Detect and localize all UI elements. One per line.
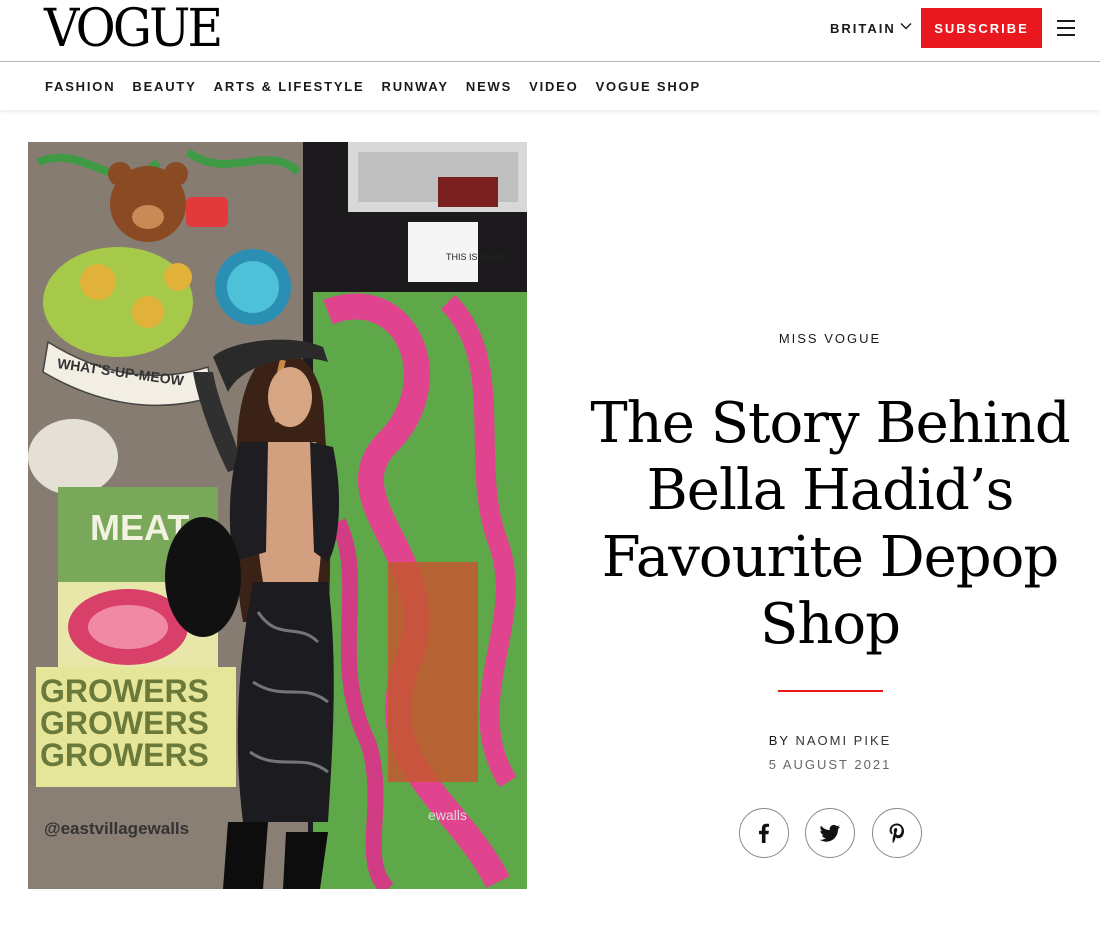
nav-item-video[interactable]: VIDEO <box>529 79 578 94</box>
main-nav: FASHION BEAUTY ARTS & LIFESTYLE RUNWAY N… <box>0 62 1100 110</box>
nav-item-arts-lifestyle[interactable]: ARTS & LIFESTYLE <box>214 79 365 94</box>
sticker-text: THIS IS OKAY <box>446 252 504 262</box>
nav-item-vogue-shop[interactable]: VOGUE SHOP <box>596 79 701 94</box>
section-kicker[interactable]: MISS VOGUE <box>560 331 1100 346</box>
watermark-tail-text: ewalls <box>428 807 467 823</box>
article-headline: The Story Behind Bella Hadid’s Favourite… <box>570 390 1090 658</box>
headline-line: Bella Hadid’s <box>646 458 1015 523</box>
hamburger-menu-icon[interactable] <box>1055 17 1077 39</box>
pinterest-share-button[interactable] <box>872 808 922 858</box>
hero-image: WHAT'S-UP-MEOW THIS IS OKAY MEAT GROWERS… <box>28 142 527 889</box>
watermark-text: @eastvillagewalls <box>44 819 189 838</box>
poster-growers-1: GROWERS <box>40 673 209 709</box>
edition-selector[interactable]: BRITAIN <box>830 18 912 38</box>
site-header: VOGUE BRITAIN SUBSCRIBE <box>0 0 1100 62</box>
nav-item-beauty[interactable]: BEAUTY <box>132 79 196 94</box>
publish-date: 5 AUGUST 2021 <box>768 757 892 772</box>
vogue-logo[interactable]: VOGUE <box>44 2 223 56</box>
headline-divider <box>778 690 883 692</box>
edition-label: BRITAIN <box>830 20 896 36</box>
pinterest-icon <box>889 823 904 844</box>
byline: BY NAOMI PIKE <box>560 733 1100 748</box>
poster-growers-2: GROWERS <box>40 705 209 741</box>
author-link[interactable]: NAOMI PIKE <box>795 733 891 748</box>
facebook-icon <box>759 823 769 843</box>
facebook-share-button[interactable] <box>739 808 789 858</box>
nav-item-runway[interactable]: RUNWAY <box>382 79 449 94</box>
headline-line: The Story Behind <box>590 391 1070 456</box>
nav-item-news[interactable]: NEWS <box>466 79 512 94</box>
twitter-share-button[interactable] <box>805 808 855 858</box>
chevron-down-icon <box>900 23 912 30</box>
headline-line: Shop <box>760 592 901 657</box>
headline-line: Favourite Depop <box>601 525 1059 590</box>
poster-growers-3: GROWERS <box>40 737 209 773</box>
byline-prefix: BY <box>768 733 790 748</box>
twitter-icon <box>819 824 840 842</box>
nav-item-fashion[interactable]: FASHION <box>45 79 115 94</box>
subscribe-button[interactable]: SUBSCRIBE <box>921 8 1042 48</box>
